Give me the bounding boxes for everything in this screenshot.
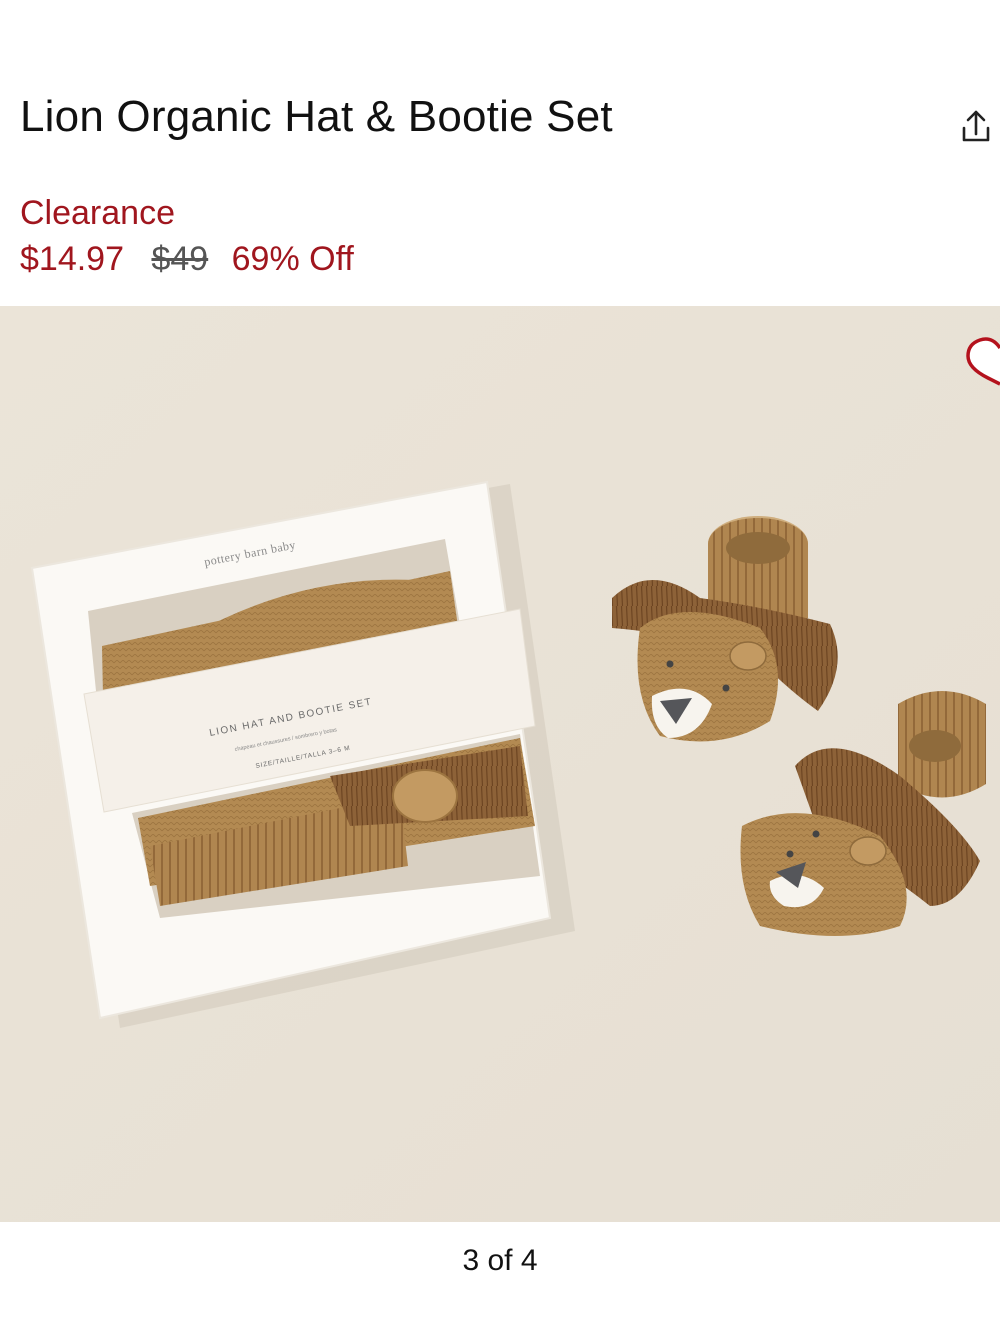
heart-icon bbox=[966, 337, 1000, 386]
image-counter: 3 of 4 bbox=[462, 1244, 538, 1277]
product-title: Lion Organic Hat & Bootie Set bbox=[20, 92, 613, 141]
price-row: $14.97 $49 69% Off bbox=[20, 240, 354, 279]
product-photo: LION HAT AND BOOTIE SET chapeau et chaus… bbox=[0, 306, 1000, 1222]
share-icon bbox=[962, 110, 990, 142]
original-price: $49 bbox=[151, 240, 209, 278]
clearance-badge: Clearance bbox=[20, 194, 175, 232]
favorite-button[interactable] bbox=[954, 324, 1000, 386]
discount-label: 69% Off bbox=[231, 240, 354, 278]
share-button[interactable] bbox=[956, 104, 996, 148]
product-header: Lion Organic Hat & Bootie Set Clearance … bbox=[0, 0, 1000, 300]
sale-price: $14.97 bbox=[20, 240, 124, 278]
product-image[interactable]: LION HAT AND BOOTIE SET chapeau et chaus… bbox=[0, 306, 1000, 1222]
